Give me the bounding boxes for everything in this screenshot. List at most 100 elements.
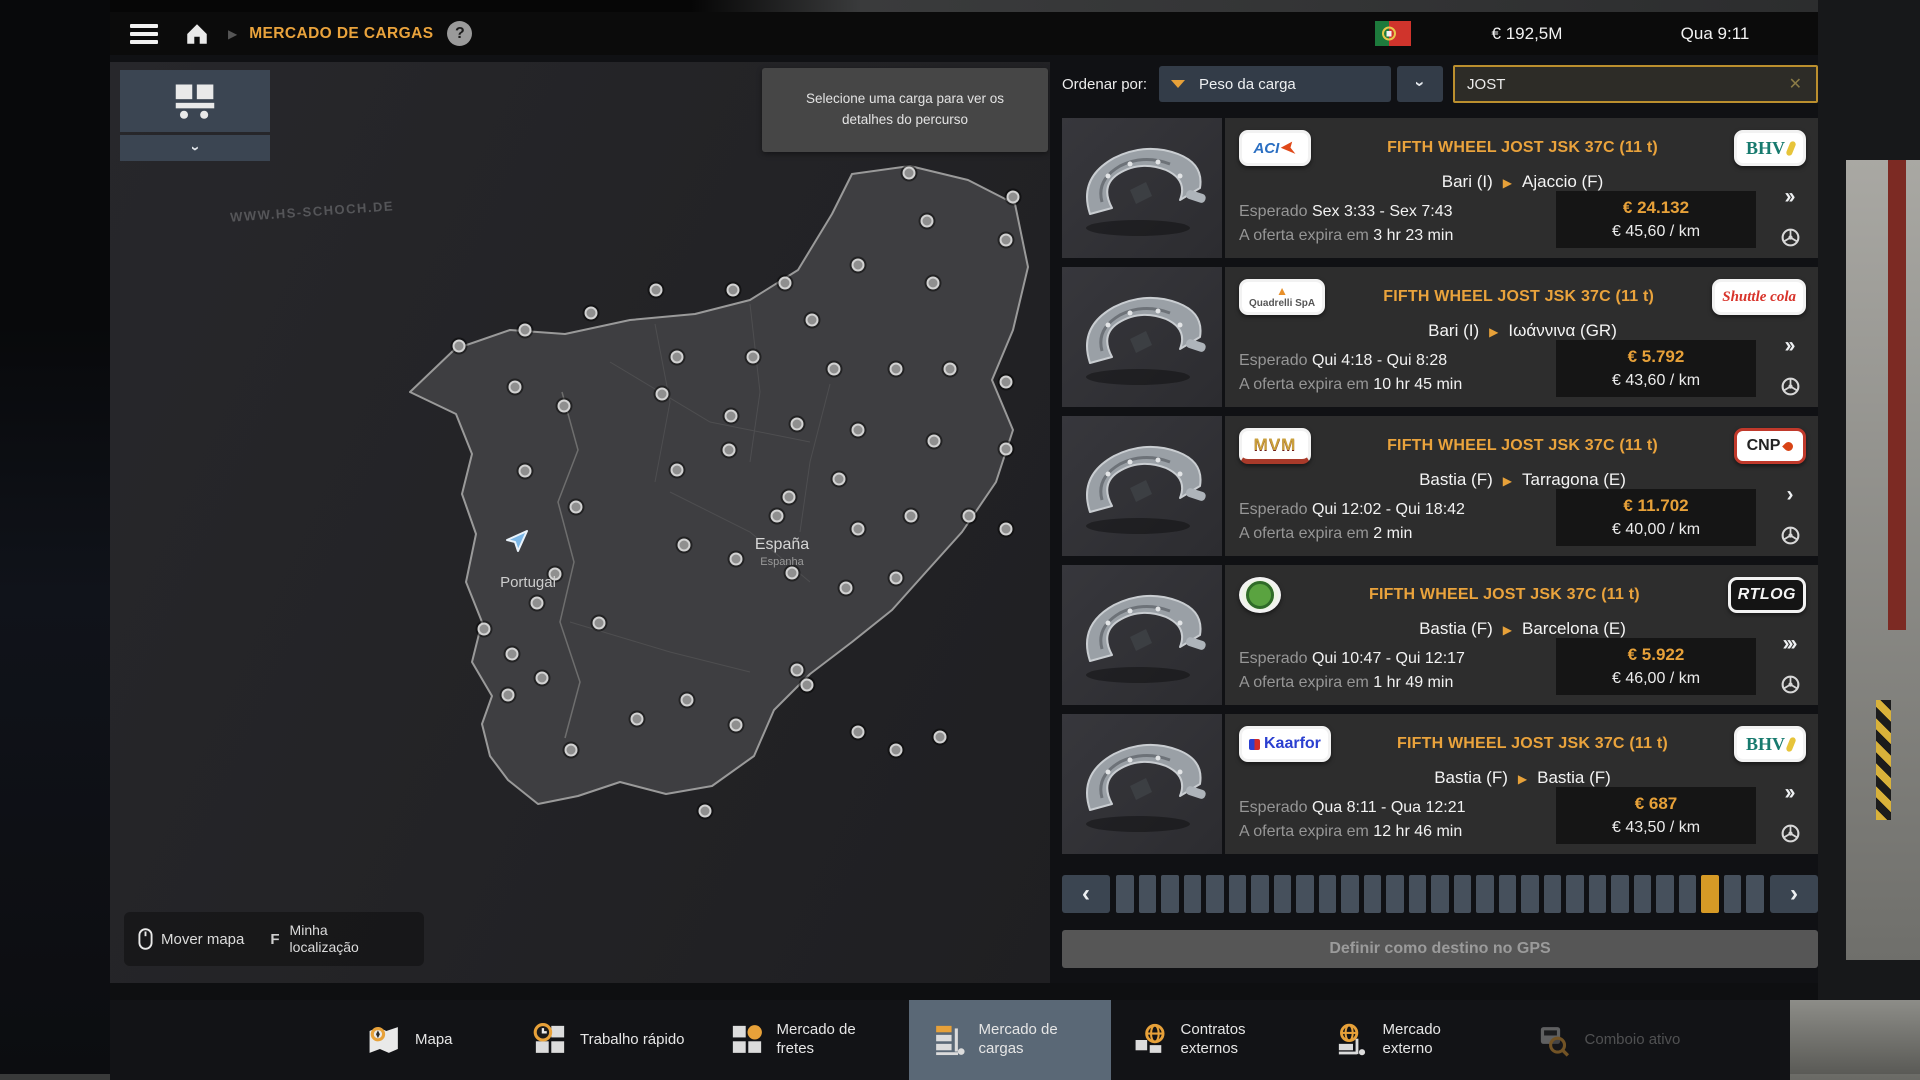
help-icon[interactable]: ? (447, 21, 472, 46)
clear-search-icon[interactable]: ✕ (1785, 74, 1806, 94)
money-balance: € 192,5M (1427, 12, 1627, 55)
page-segment[interactable] (1229, 875, 1247, 913)
offer-price: € 24.132 (1564, 198, 1748, 218)
cargo-title: FIFTH WHEEL JOST JSK 37C (11 t) (1281, 586, 1728, 604)
iberia-map (110, 62, 1050, 983)
expected-window: Qui 10:47 - Qui 12:17 (1312, 650, 1465, 667)
page-segment[interactable] (1364, 875, 1382, 913)
city-marker (806, 313, 819, 326)
page-segment[interactable] (1139, 875, 1157, 913)
page-segment[interactable] (1476, 875, 1494, 913)
nav-item-label: Mapa (415, 1031, 453, 1050)
sort-expand-button[interactable]: › (1397, 66, 1443, 102)
page-segment[interactable] (1409, 875, 1427, 913)
city-marker (852, 258, 865, 271)
city-marker (827, 362, 840, 375)
cargo-type-button[interactable] (120, 70, 270, 132)
page-segment[interactable] (1386, 875, 1404, 913)
city-marker (889, 362, 902, 375)
page-segment[interactable] (1656, 875, 1674, 913)
page-segment[interactable] (1274, 875, 1292, 913)
cargo-type-expand-button[interactable]: › (120, 135, 270, 161)
page-segment[interactable] (1589, 875, 1607, 913)
page-segment[interactable] (1116, 875, 1134, 913)
page-segment-current[interactable] (1701, 875, 1719, 913)
sort-dropdown[interactable]: Peso da carga (1159, 66, 1391, 102)
home-icon[interactable] (184, 21, 210, 47)
priority-chevrons-icon: › (1787, 484, 1794, 505)
page-segment[interactable] (1161, 875, 1179, 913)
page-segment[interactable] (1341, 875, 1359, 913)
price-box: € 5.792 € 43,60 / km (1556, 340, 1756, 397)
page-segment[interactable] (1184, 875, 1202, 913)
expected-window: Qui 12:02 - Qui 18:42 (1312, 501, 1465, 518)
city-marker (722, 443, 735, 456)
shipper-logo: ACI (1239, 130, 1311, 166)
cargo-title: FIFTH WHEEL JOST JSK 37C (11 t) (1311, 139, 1734, 157)
page-segment[interactable] (1296, 875, 1314, 913)
prev-page-button[interactable]: ‹ (1062, 875, 1110, 913)
page-segment[interactable] (1746, 875, 1764, 913)
expected-window: Qua 8:11 - Qua 12:21 (1312, 799, 1466, 816)
nav-item-globe-forklift[interactable]: Mercado externo (1313, 1000, 1515, 1080)
expires-label: A oferta expira em (1239, 525, 1369, 542)
offer-row[interactable]: Quadrelli SpA FIFTH WHEEL JOST JSK 37C (… (1062, 267, 1818, 407)
map-icon (367, 1023, 403, 1057)
nav-item-label: Mercado de cargas (979, 1021, 1089, 1059)
city-marker (536, 672, 549, 685)
receiver-logo: RTLOG (1728, 577, 1806, 613)
page-segment[interactable] (1206, 875, 1224, 913)
nav-item-forklift[interactable]: Mercado de cargas (909, 1000, 1111, 1080)
city-marker (778, 277, 791, 290)
nav-item-clock-grid[interactable]: Trabalho rápido (510, 1000, 707, 1080)
map-panel[interactable]: WWW.HS-SCHOCH.DE › Selecione uma carga p… (110, 62, 1050, 983)
nav-item-globe-grid[interactable]: Contratos externos (1111, 1000, 1313, 1080)
page-segment[interactable] (1679, 875, 1697, 913)
set-gps-destination-button[interactable]: Definir como destino no GPS (1062, 930, 1818, 968)
offer-row[interactable]: ACI FIFTH WHEEL JOST JSK 37C (11 t) BHV … (1062, 118, 1818, 258)
expected-label: Esperado (1239, 799, 1308, 816)
scene-top-strip (110, 0, 1818, 12)
city-marker (518, 324, 531, 337)
priority-chevrons-icon: ›› (1785, 335, 1796, 356)
offer-price: € 5.922 (1564, 645, 1748, 665)
page-segment[interactable] (1544, 875, 1562, 913)
offer-rate-per-km: € 45,60 / km (1564, 223, 1748, 241)
page-segment[interactable] (1521, 875, 1539, 913)
offer-rate-per-km: € 46,00 / km (1564, 670, 1748, 688)
page-title: MERCADO DE CARGAS (249, 25, 433, 43)
city-marker (944, 362, 957, 375)
search-box: ✕ (1453, 65, 1818, 103)
offer-row[interactable]: MVM FIFTH WHEEL JOST JSK 37C (11 t) CNP … (1062, 416, 1818, 556)
search-input[interactable] (1465, 75, 1785, 94)
city-marker (530, 596, 543, 609)
nav-item-grid-dot[interactable]: Mercado de fretes (707, 1000, 909, 1080)
offer-row[interactable]: FIFTH WHEEL JOST JSK 37C (11 t) RTLOG Ba… (1062, 565, 1818, 705)
page-segment[interactable] (1499, 875, 1517, 913)
page-segment[interactable] (1454, 875, 1472, 913)
city-marker (786, 567, 799, 580)
next-page-button[interactable]: › (1770, 875, 1818, 913)
priority-chevrons-icon: ››› (1783, 633, 1798, 654)
city-marker (699, 804, 712, 817)
page-segment[interactable] (1724, 875, 1742, 913)
page-segment[interactable] (1566, 875, 1584, 913)
menu-icon[interactable] (130, 24, 158, 44)
page-segment[interactable] (1634, 875, 1652, 913)
cargo-thumbnail (1062, 416, 1222, 556)
nav-item-map[interactable]: Mapa (345, 1000, 510, 1080)
expires-value: 2 min (1373, 525, 1412, 542)
cargo-type-selector[interactable]: › (120, 70, 270, 161)
nav-item-label: Comboio ativo (1585, 1031, 1681, 1050)
city-marker (670, 350, 683, 363)
page-segment[interactable] (1431, 875, 1449, 913)
city-marker (801, 678, 814, 691)
offer-row[interactable]: Kaarfor FIFTH WHEEL JOST JSK 37C (11 t) … (1062, 714, 1818, 854)
city-marker (452, 339, 465, 352)
page-segment[interactable] (1251, 875, 1269, 913)
page-segment[interactable] (1319, 875, 1337, 913)
scene-floor (1790, 1000, 1920, 1080)
city-marker (926, 277, 939, 290)
city-marker (631, 712, 644, 725)
page-segment[interactable] (1611, 875, 1629, 913)
